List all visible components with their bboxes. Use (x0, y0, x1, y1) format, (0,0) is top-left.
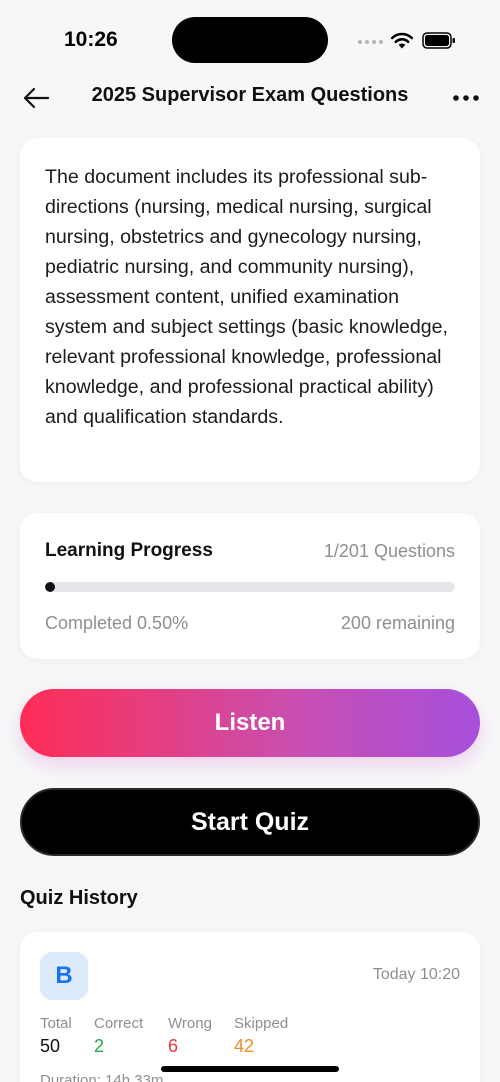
progress-bar-fill (45, 582, 55, 592)
more-options-button[interactable] (446, 82, 486, 114)
start-quiz-button[interactable]: Start Quiz (20, 788, 480, 856)
navigation-bar: 2025 Supervisor Exam Questions (0, 78, 500, 118)
page-title: 2025 Supervisor Exam Questions (91, 84, 409, 106)
stat-label: Correct (94, 1015, 144, 1032)
status-bar: 10:26 (0, 0, 500, 80)
stat-correct: Correct 2 (94, 1015, 143, 1057)
stat-label: Total (40, 1015, 72, 1032)
progress-title: Learning Progress (45, 540, 213, 561)
stat-value: 2 (94, 1036, 105, 1056)
battery-icon (422, 32, 455, 49)
quiz-history-item[interactable]: B Today 10:20 Total 50 Correct 2 Wrong 6… (20, 932, 480, 1082)
arrow-left-icon (23, 87, 50, 109)
wifi-icon (390, 32, 414, 49)
quiz-timestamp: Today 10:20 (372, 966, 460, 983)
stat-value: 42 (234, 1036, 255, 1056)
learning-progress-card: Learning Progress 1/201 Questions Comple… (20, 513, 480, 659)
progress-question-count: 1/201 Questions (323, 541, 455, 561)
home-indicator (161, 1066, 339, 1072)
stat-wrong: Wrong 6 (168, 1015, 212, 1057)
description-card: The document includes its professional s… (20, 138, 480, 482)
stat-skipped: Skipped 42 (234, 1015, 288, 1057)
progress-remaining-text: 200 remaining (340, 613, 455, 633)
more-horizontal-icon (453, 95, 479, 101)
progress-completed-text: Completed 0.50% (45, 613, 189, 633)
back-button[interactable] (18, 82, 54, 114)
dynamic-island (172, 17, 328, 63)
stat-value: 6 (168, 1036, 179, 1056)
grade-badge: B (40, 952, 88, 1000)
stat-value: 50 (40, 1036, 61, 1056)
status-time: 10:26 (64, 28, 118, 51)
listen-button[interactable]: Listen (20, 689, 480, 757)
progress-bar (45, 582, 455, 592)
stat-label: Wrong (168, 1015, 212, 1032)
description-text: The document includes its professional s… (45, 166, 448, 428)
stat-label: Skipped (234, 1015, 289, 1032)
quiz-duration: Duration: 14h 33m (40, 1072, 164, 1082)
cellular-signal-icon (358, 40, 383, 44)
stat-total: Total 50 (40, 1015, 72, 1057)
quiz-history-heading: Quiz History (20, 887, 138, 909)
